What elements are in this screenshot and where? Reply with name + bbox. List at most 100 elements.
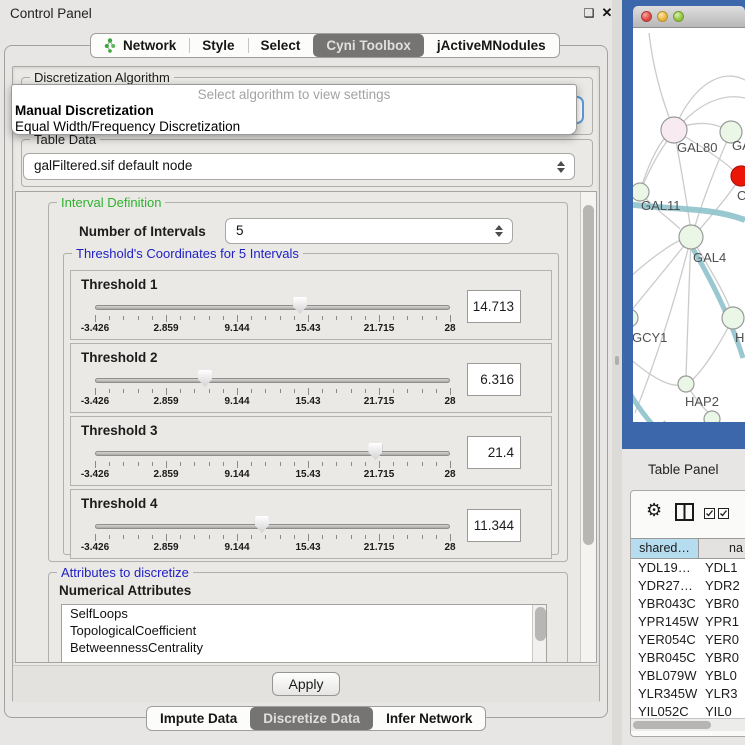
settings-gear-icon[interactable]: ⚙ — [646, 500, 662, 521]
slider-track[interactable] — [95, 378, 450, 383]
tick-mark — [294, 316, 295, 320]
split-columns-icon[interactable] — [675, 503, 694, 521]
table-row[interactable]: YBL079WYBL0 — [631, 667, 745, 685]
tick-mark — [450, 461, 451, 468]
slider-handle[interactable] — [198, 370, 212, 387]
tick-mark — [138, 462, 139, 466]
network-window-titlebar[interactable] — [633, 6, 745, 28]
slider-track[interactable] — [95, 305, 450, 310]
scrollbar-thumb[interactable] — [583, 205, 594, 545]
slider-track[interactable] — [95, 451, 450, 456]
tick-mark — [365, 535, 366, 539]
node-selected-red[interactable] — [731, 166, 745, 186]
slider-handle[interactable] — [368, 443, 382, 460]
float-window-icon[interactable]: ❑ — [582, 6, 596, 20]
split-pane-divider[interactable] — [612, 0, 622, 745]
zoom-traffic-light-icon[interactable] — [673, 11, 684, 22]
popup-item-equal-width-frequency[interactable]: Equal Width/Frequency Discretization — [12, 119, 576, 135]
table-cell[interactable]: YDL19… — [631, 559, 699, 577]
column-header-name[interactable]: na — [699, 539, 745, 558]
list-scrollbar[interactable] — [532, 605, 546, 663]
tick-label: 28 — [444, 396, 455, 407]
slider-track[interactable] — [95, 524, 450, 529]
table-data-combobox[interactable]: galFiltered.sif default node — [23, 153, 575, 180]
tick-mark — [152, 535, 153, 539]
table-cell[interactable]: YBL0 — [699, 667, 745, 685]
table-cell[interactable]: YDR27… — [631, 577, 699, 595]
table-cell[interactable]: YBR045C — [631, 649, 699, 667]
tab-network[interactable]: Network — [91, 34, 189, 57]
table-cell[interactable]: YDR2 — [699, 577, 745, 595]
tick-mark — [194, 316, 195, 320]
table-cell[interactable]: YBL079W — [631, 667, 699, 685]
table-cell[interactable]: YBR0 — [699, 595, 745, 613]
table-cell[interactable]: YLR3 — [699, 685, 745, 703]
node-h[interactable] — [722, 307, 744, 329]
minimize-traffic-light-icon[interactable] — [657, 11, 668, 22]
attribute-list-item[interactable]: SelfLoops — [62, 605, 546, 622]
tick-mark — [407, 462, 408, 466]
threshold-4-value-field[interactable]: 11.344 — [467, 509, 521, 542]
table-row[interactable]: YBR045CYBR0 — [631, 649, 745, 667]
table-row[interactable]: YDR27…YDR2 — [631, 577, 745, 595]
table-cell[interactable]: YBR0 — [699, 649, 745, 667]
scrollbar-thumb[interactable] — [633, 721, 711, 729]
table-row[interactable]: YDL19…YDL1 — [631, 559, 745, 577]
tab-jactivemnodules[interactable]: jActiveMNodules — [424, 34, 559, 57]
slider-handle[interactable] — [255, 516, 269, 533]
tab-style-label: Style — [202, 38, 234, 53]
tick-mark — [322, 316, 323, 320]
apply-button[interactable]: Apply — [272, 672, 340, 696]
threshold-2-value-field[interactable]: 6.316 — [467, 363, 521, 396]
column-checkbox-icon[interactable] — [718, 508, 729, 519]
table-row[interactable]: YLR345WYLR3 — [631, 685, 745, 703]
close-traffic-light-icon[interactable] — [641, 11, 652, 22]
slider-handle[interactable] — [293, 297, 307, 314]
table-cell[interactable]: YER054C — [631, 631, 699, 649]
tick-mark — [379, 315, 380, 322]
table-cell[interactable]: YER0 — [699, 631, 745, 649]
threshold-3-value-field[interactable]: 21.4 — [467, 436, 521, 469]
node-gcy1[interactable] — [633, 309, 638, 327]
table-row[interactable]: YBR043CYBR0 — [631, 595, 745, 613]
tab-infer-network[interactable]: Infer Network — [373, 707, 485, 730]
table-horizontal-scrollbar[interactable] — [631, 718, 745, 731]
attribute-list-item[interactable]: BetweennessCentrality — [62, 639, 546, 656]
table-row[interactable]: YER054CYER0 — [631, 631, 745, 649]
tab-impute-data[interactable]: Impute Data — [147, 707, 250, 730]
number-of-intervals-combobox[interactable]: 5 — [225, 218, 513, 244]
attribute-list-item[interactable]: TopologicalCoefficient — [62, 622, 546, 639]
threshold-1-value-field[interactable]: 14.713 — [467, 290, 521, 323]
tab-select[interactable]: Select — [248, 34, 314, 57]
node-gal4[interactable] — [679, 225, 703, 249]
slider-tick-labels: -3.4262.8599.14415.4321.71528 — [95, 396, 450, 408]
node-hap2[interactable] — [678, 376, 694, 392]
tab-discretize-data[interactable]: Discretize Data — [250, 707, 373, 730]
slider-ticks — [95, 315, 450, 323]
table-cell[interactable]: YPR1 — [699, 613, 745, 631]
tick-mark — [180, 389, 181, 393]
popup-item-manual-discretization[interactable]: Manual Discretization — [12, 103, 576, 119]
table-row[interactable]: YPR145WYPR1 — [631, 613, 745, 631]
table-cell[interactable]: YPR145W — [631, 613, 699, 631]
table-cell[interactable]: YDL1 — [699, 559, 745, 577]
column-checkbox-icon[interactable] — [704, 508, 715, 519]
tick-mark — [336, 316, 337, 320]
tick-label: 21.715 — [364, 542, 395, 553]
node-bottom-partial[interactable] — [704, 411, 720, 422]
tick-label: 2.859 — [153, 542, 178, 553]
column-header-shared-name[interactable]: shared… — [631, 539, 699, 558]
settings-scrollbar[interactable] — [580, 192, 596, 662]
tick-mark — [393, 389, 394, 393]
tick-label: 9.144 — [224, 469, 249, 480]
tick-mark — [450, 315, 451, 322]
tab-style[interactable]: Style — [189, 34, 247, 57]
tick-label: 2.859 — [153, 469, 178, 480]
tab-cyni-toolbox[interactable]: Cyni Toolbox — [313, 34, 424, 57]
table-cell[interactable]: YBR043C — [631, 595, 699, 613]
tick-mark — [450, 388, 451, 395]
table-cell[interactable]: YLR345W — [631, 685, 699, 703]
node-label-ga: GA — [732, 138, 745, 153]
network-canvas[interactable]: GAL80GACGAL11GAL4GCY1HHAP2 — [633, 28, 745, 422]
numerical-attributes-list[interactable]: SelfLoopsTopologicalCoefficientBetweenne… — [61, 604, 547, 663]
